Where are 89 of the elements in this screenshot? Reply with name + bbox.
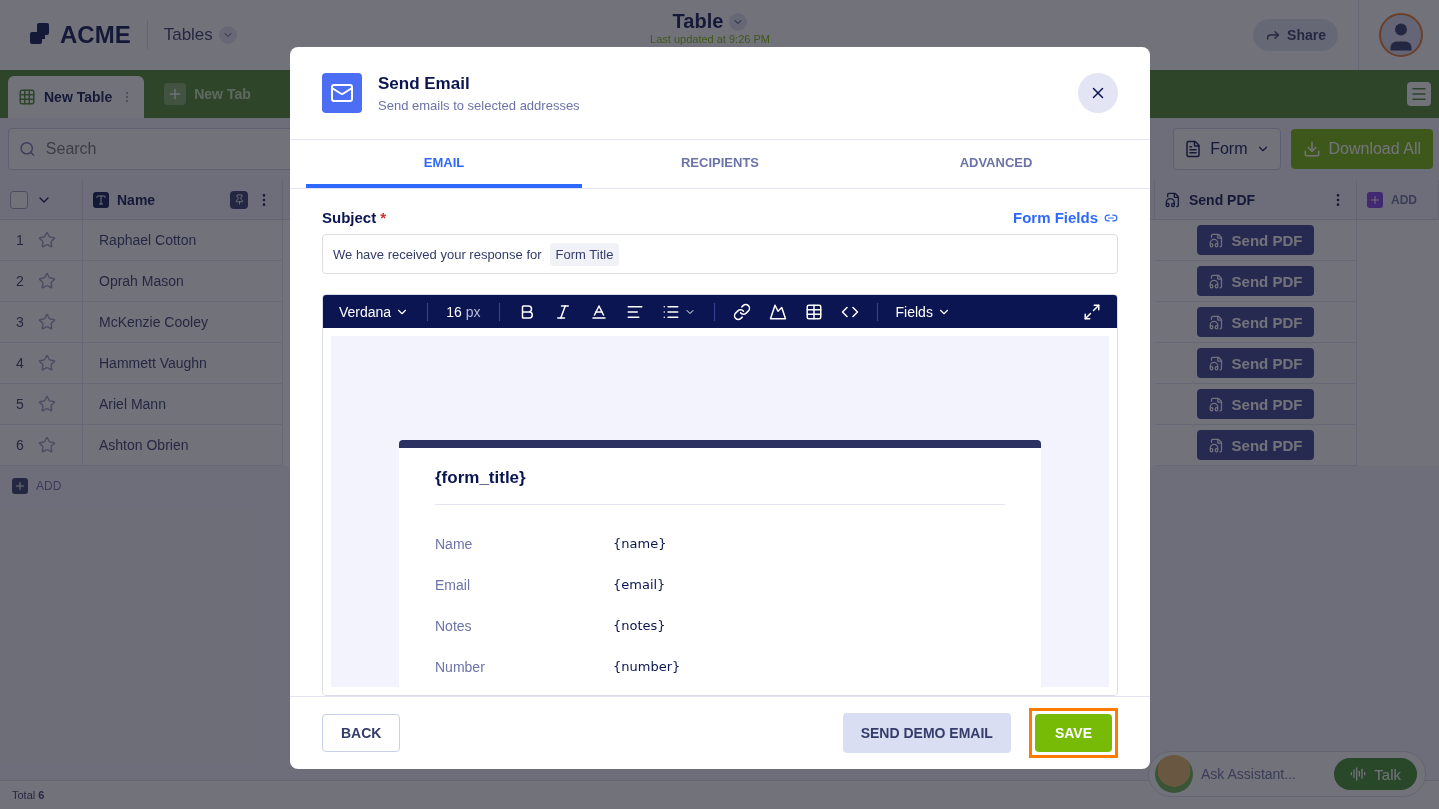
file-icon [1208, 396, 1224, 412]
app-menu[interactable]: Tables [163, 25, 237, 45]
form-fields-link[interactable]: Form Fields [1013, 209, 1118, 226]
back-button[interactable]: BACK [322, 714, 401, 752]
preview-title: {form_title} [435, 468, 1005, 505]
chevron-down-icon[interactable] [729, 12, 748, 31]
file-icon [1208, 273, 1224, 289]
menu-icon[interactable] [1407, 82, 1431, 106]
field-value: {notes} [613, 618, 667, 633]
subject-field[interactable]: We have received your response for Form Title [322, 234, 1118, 274]
row-number: 3 [16, 314, 24, 330]
close-button[interactable] [1078, 73, 1118, 113]
user-avatar[interactable] [1379, 13, 1423, 57]
column-header: Send PDF [1155, 180, 1357, 220]
expand-icon[interactable] [1083, 302, 1101, 321]
file-icon [1208, 355, 1224, 371]
send-pdf-button[interactable]: Send PDF [1196, 225, 1315, 255]
table-cell: Raphael Cotton [83, 220, 283, 261]
font-dropdown[interactable]: Verdana [339, 303, 410, 320]
subject-label: Subject * [322, 209, 387, 226]
send-pdf-button[interactable]: Send PDF [1196, 266, 1315, 296]
table-tab[interactable]: New Table [8, 76, 145, 118]
field-label: Number [435, 658, 486, 675]
star-icon[interactable] [37, 436, 56, 454]
field-value: {name} [613, 536, 668, 551]
audio-icon [1350, 766, 1367, 782]
text-color-icon[interactable] [589, 302, 608, 321]
acme-logo-text: ACME [60, 21, 131, 49]
last-updated-text: Last updated at 9:26 PM [650, 33, 770, 45]
dialog-subtitle: Send emails to selected addresses [378, 97, 580, 113]
plus-icon [12, 478, 28, 494]
send-pdf-button[interactable]: Send PDF [1196, 430, 1315, 460]
row-number: 4 [16, 355, 24, 371]
table-cell: McKenzie Cooley [83, 302, 283, 343]
file-icon [1165, 191, 1181, 208]
total-count: Total 6 [12, 789, 45, 801]
assistant-placeholder: Ask Assistant... [1201, 766, 1297, 782]
fields-dropdown[interactable]: Fields [895, 303, 951, 320]
send-pdf-button[interactable]: Send PDF [1196, 307, 1315, 337]
row-number: 2 [16, 273, 24, 289]
download-all-button[interactable]: Download All [1290, 129, 1433, 169]
star-icon[interactable] [37, 231, 56, 249]
table-icon[interactable] [804, 302, 823, 321]
document-icon [1184, 140, 1203, 158]
row-number: 5 [16, 396, 24, 412]
row-number: 1 [16, 232, 24, 248]
field-label: Email [435, 576, 471, 593]
column-header: Name [83, 180, 283, 220]
table-cell: Ashton Obrien [83, 425, 283, 466]
file-icon [1208, 232, 1224, 248]
send-demo-email-button[interactable]: SEND DEMO EMAIL [842, 713, 1011, 753]
link-icon[interactable] [732, 302, 751, 321]
page-title: Table [672, 10, 724, 33]
field-label: Notes [435, 617, 473, 634]
star-icon[interactable] [37, 395, 56, 413]
font-size-field[interactable]: 16 px [446, 303, 481, 320]
assistant-avatar-icon [1155, 755, 1193, 793]
dialog-tab[interactable]: RECIPIENTS [582, 140, 858, 188]
download-icon [1302, 140, 1321, 158]
search-icon [19, 140, 36, 158]
form-dropdown[interactable]: Form [1173, 128, 1281, 170]
talk-button[interactable]: Talk [1334, 758, 1417, 790]
dialog-tab[interactable]: EMAIL [306, 140, 582, 188]
mail-icon [322, 73, 362, 113]
select-all-checkbox[interactable] [10, 190, 28, 209]
send-pdf-button[interactable]: Send PDF [1196, 389, 1315, 419]
file-icon [1208, 314, 1224, 330]
table-cell: Oprah Mason [83, 261, 283, 302]
dialog-tab[interactable]: ADVANCED [858, 140, 1134, 188]
send-pdf-button[interactable]: Send PDF [1196, 348, 1315, 378]
image-icon[interactable] [768, 302, 787, 321]
assistant-bar[interactable]: Ask Assistant... Talk [1148, 751, 1426, 797]
pin-icon[interactable] [230, 190, 248, 209]
grid-icon [18, 88, 36, 106]
star-icon[interactable] [37, 354, 56, 372]
plus-icon [1367, 191, 1383, 208]
table-cell: Ariel Mann [83, 384, 283, 425]
file-icon [1208, 437, 1224, 453]
save-button[interactable]: SAVE [1034, 714, 1112, 752]
star-icon[interactable] [37, 272, 56, 290]
table-cell: Hammett Vaughn [83, 343, 283, 384]
share-button[interactable]: Share [1253, 19, 1338, 51]
field-value: {email} [613, 577, 667, 592]
field-label: Name [435, 535, 474, 552]
field-value: {number} [613, 659, 682, 674]
star-icon[interactable] [37, 313, 56, 331]
text-type-icon [93, 191, 109, 208]
row-number: 6 [16, 437, 24, 453]
dialog-title: Send Email [378, 73, 471, 94]
